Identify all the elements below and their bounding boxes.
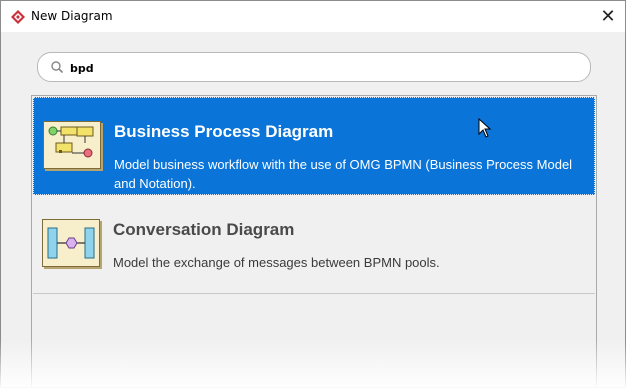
business-process-diagram-icon	[43, 121, 101, 169]
conversation-diagram-icon	[42, 219, 100, 267]
bottom-fade	[0, 340, 626, 388]
diamond-logo-icon	[11, 10, 25, 24]
search-icon	[51, 61, 64, 74]
title-bar[interactable]: New Diagram ✕	[1, 1, 625, 32]
close-button[interactable]: ✕	[591, 1, 625, 32]
diagram-item-description: Model the exchange of messages between B…	[113, 255, 440, 270]
search-input[interactable]	[68, 57, 582, 79]
dialog-title: New Diagram	[31, 9, 113, 23]
diagram-item-name: Business Process Diagram	[114, 122, 334, 141]
diagram-item-name: Conversation Diagram	[113, 220, 295, 239]
search-box[interactable]	[37, 52, 591, 82]
diagram-item-business-process[interactable]: Business Process Diagram Model business …	[33, 97, 595, 195]
close-icon: ✕	[600, 6, 616, 26]
new-diagram-dialog: New Diagram ✕ bpd Business Process Diagr…	[0, 0, 626, 388]
mouse-cursor-icon	[478, 118, 492, 138]
diagram-item-conversation[interactable]: Conversation Diagram Model the exchange …	[33, 196, 595, 294]
diagram-item-description: Model business workflow with the use of …	[114, 157, 573, 191]
